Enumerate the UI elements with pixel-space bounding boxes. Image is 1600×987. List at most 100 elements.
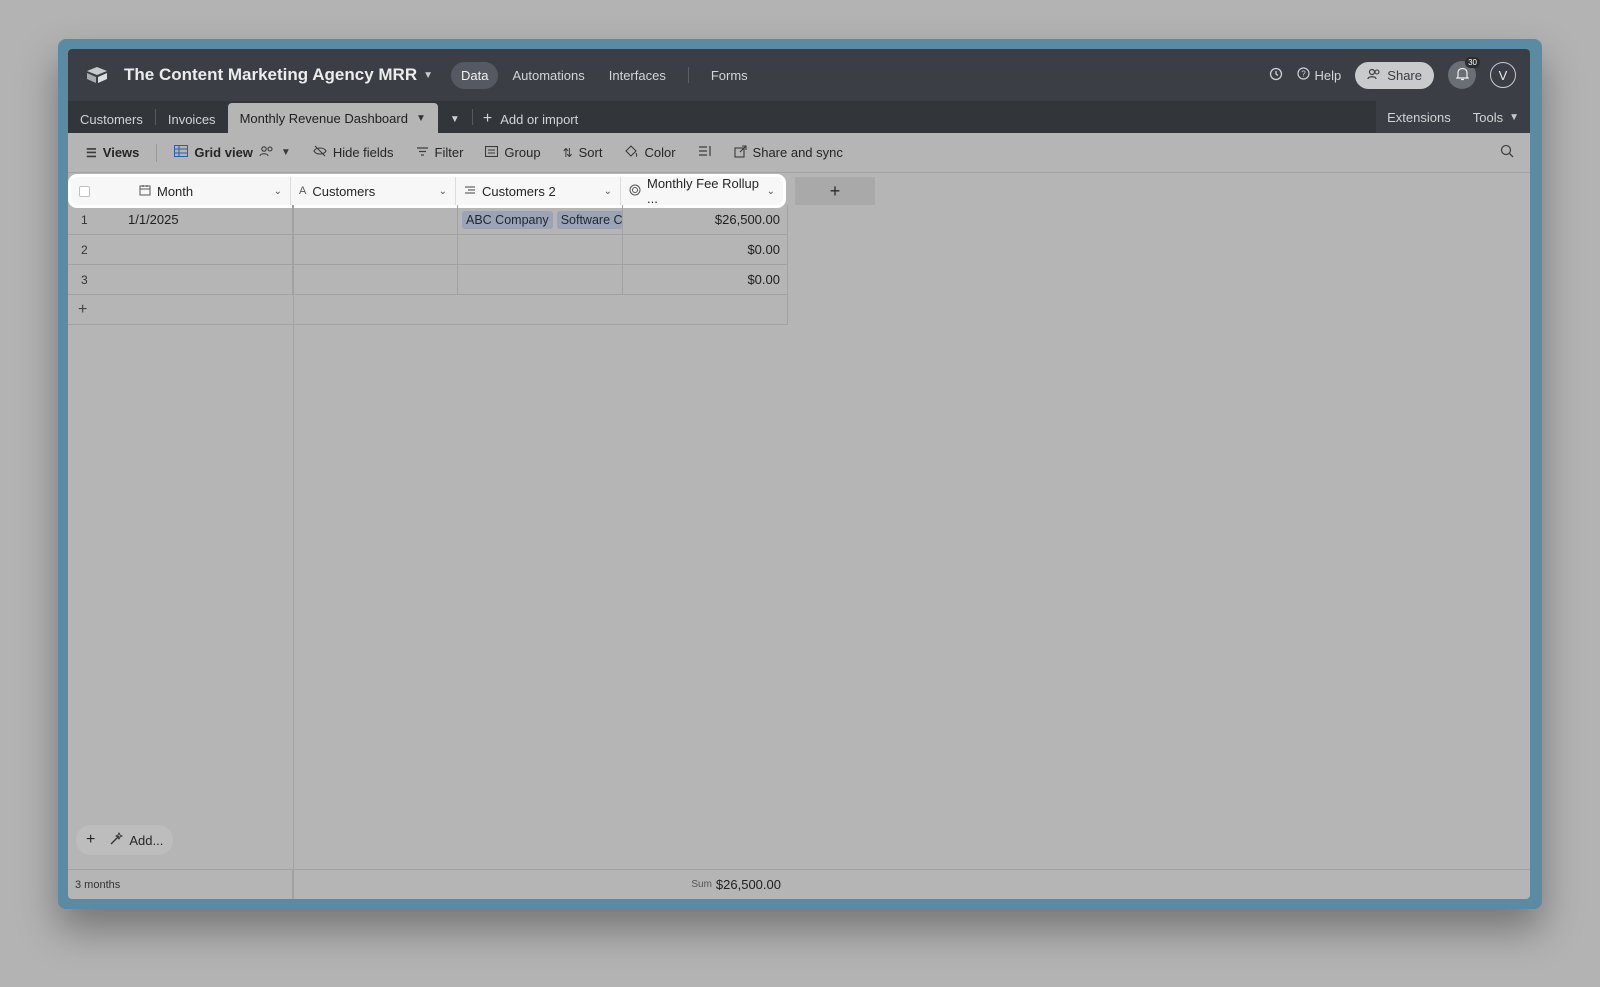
tab-invoices[interactable]: Invoices	[156, 105, 228, 133]
column-header-monthly-fee-rollup[interactable]: Monthly Fee Rollup ... ⌄	[621, 176, 783, 206]
bell-icon	[1455, 67, 1469, 84]
add-label: Add...	[129, 832, 164, 848]
cell-month[interactable]	[128, 265, 293, 294]
group-button[interactable]: Group	[474, 145, 551, 160]
tabs-right-actions: Extensions Tools ▼	[1376, 101, 1530, 133]
record-count: 3 months	[68, 870, 293, 899]
magic-wand-icon	[109, 831, 124, 849]
add-or-import-label: Add or import	[500, 111, 579, 127]
base-title[interactable]: The Content Marketing Agency MRR ▼	[124, 65, 433, 85]
airtable-app: The Content Marketing Agency MRR ▼ Data …	[68, 49, 1530, 899]
tab-customers[interactable]: Customers	[68, 105, 155, 133]
linked-record-chip[interactable]: ABC Company	[462, 210, 553, 229]
filter-button[interactable]: Filter	[405, 145, 475, 160]
tools-label: Tools	[1472, 109, 1504, 125]
column-header-month[interactable]: Month ⌄	[131, 177, 291, 205]
base-title-text: The Content Marketing Agency MRR	[124, 65, 418, 84]
tab-monthly-revenue-dashboard[interactable]: Monthly Revenue Dashboard ▼	[227, 103, 438, 133]
cell-month[interactable]	[128, 235, 293, 264]
user-avatar[interactable]: V	[1490, 62, 1516, 88]
cell-month[interactable]: 1/1/2025	[128, 205, 293, 234]
row-number: 1	[81, 212, 88, 227]
text-field-icon: A	[299, 185, 307, 197]
views-label: Views	[102, 145, 140, 160]
hamburger-icon: ☰	[86, 145, 97, 160]
nav-forms[interactable]: Forms	[701, 62, 758, 89]
column-header-customers-2-label: Customers 2	[482, 183, 556, 199]
history-icon[interactable]	[1269, 67, 1283, 84]
column-header-customers-2[interactable]: Customers 2 ⌄	[456, 177, 621, 205]
cell-monthly-fee-rollup[interactable]: $26,500.00	[623, 205, 788, 234]
table-row[interactable]: 1 1/1/2025 ABC Company Software Co $26,5…	[68, 205, 788, 235]
grid-view-button[interactable]: Grid view ▼	[163, 145, 301, 160]
add-field-button[interactable]: +	[795, 177, 875, 205]
sort-label: Sort	[578, 145, 603, 160]
chevron-down-icon[interactable]: ⌄	[439, 186, 447, 197]
chevron-down-icon[interactable]: ⌄	[767, 186, 775, 197]
chevron-down-icon[interactable]: ⌄	[274, 186, 282, 197]
chevron-down-icon: ▼	[415, 112, 426, 124]
cell-customers-2[interactable]: ABC Company Software Co	[458, 205, 623, 234]
chevron-down-icon[interactable]: ⌄	[604, 186, 612, 197]
row-height-icon	[698, 145, 712, 160]
share-label: Share	[1387, 67, 1422, 83]
share-button[interactable]: Share	[1355, 61, 1434, 89]
sort-button[interactable]: ⇅ Sort	[552, 145, 614, 160]
cell-customers[interactable]	[293, 235, 458, 264]
collaborators-icon	[259, 145, 275, 160]
cell-customers[interactable]	[293, 265, 458, 294]
column-header-month-label: Month	[157, 183, 194, 199]
add-with-ai-button[interactable]: Add...	[109, 831, 164, 849]
add-or-import-button[interactable]: + Add or import	[473, 105, 588, 133]
column-header-customers[interactable]: A Customers ⌄	[291, 177, 456, 205]
toolbar-divider	[156, 143, 158, 162]
filter-icon	[416, 146, 429, 160]
hide-fields-button[interactable]: Hide fields	[302, 145, 405, 160]
nav-data[interactable]: Data	[451, 61, 499, 89]
svg-text:?: ?	[1301, 70, 1306, 79]
nav-automations[interactable]: Automations	[502, 62, 594, 89]
grid-area: Month ⌄ A Customers ⌄ Customers 2 ⌄ Mont…	[68, 173, 1530, 899]
bottom-add-actions: + Add...	[76, 825, 174, 855]
cell-customers-2[interactable]	[458, 265, 623, 294]
app-window: The Content Marketing Agency MRR ▼ Data …	[58, 39, 1542, 909]
tools-button[interactable]: Tools ▼	[1462, 101, 1530, 133]
chevron-down-icon: ▼	[423, 69, 434, 81]
summary-sum[interactable]: Sum $26,500.00	[293, 877, 788, 892]
select-all-checkbox[interactable]	[79, 185, 90, 197]
summary-footer: 3 months Sum $26,500.00	[68, 869, 1530, 899]
color-button[interactable]: Color	[613, 144, 686, 161]
hide-fields-label: Hide fields	[332, 145, 394, 160]
frozen-column-divider	[293, 205, 294, 899]
share-and-sync-label: Share and sync	[752, 145, 843, 160]
linked-record-chip[interactable]: Software Co	[556, 210, 622, 229]
plus-icon: +	[482, 110, 493, 127]
cell-customers-2[interactable]	[458, 235, 623, 264]
help-button[interactable]: ? Help	[1296, 67, 1341, 83]
linked-record-icon	[464, 185, 476, 198]
view-toolbar: ☰ Views Grid view ▼ Hide fields Filter G…	[68, 133, 1530, 173]
grid-icon	[174, 145, 189, 160]
column-header-customers-label: Customers	[312, 183, 376, 199]
grid-view-label: Grid view	[194, 145, 253, 160]
nav-interfaces[interactable]: Interfaces	[599, 62, 676, 89]
add-record-button[interactable]: +	[86, 831, 95, 849]
notifications-button[interactable]: 30	[1448, 57, 1480, 89]
cell-monthly-fee-rollup[interactable]: $0.00	[623, 235, 788, 264]
group-label: Group	[504, 145, 541, 160]
sort-icon: ⇅	[562, 145, 573, 160]
nav-divider	[687, 67, 689, 83]
cell-monthly-fee-rollup[interactable]: $0.00	[623, 265, 788, 294]
row-height-button[interactable]	[687, 145, 723, 160]
extensions-button[interactable]: Extensions	[1376, 101, 1462, 133]
more-tables-chevron-icon[interactable]: ▼	[438, 105, 472, 133]
add-record-row[interactable]: +	[68, 295, 788, 325]
app-logo-icon[interactable]	[86, 65, 110, 85]
table-row[interactable]: 2 $0.00	[68, 235, 788, 265]
cell-customers[interactable]	[293, 205, 458, 234]
table-row[interactable]: 3 $0.00	[68, 265, 788, 295]
chevron-down-icon: ▼	[1509, 111, 1519, 123]
share-and-sync-button[interactable]: Share and sync	[723, 144, 854, 161]
views-button[interactable]: ☰ Views	[82, 145, 150, 160]
search-icon[interactable]	[1500, 144, 1514, 161]
